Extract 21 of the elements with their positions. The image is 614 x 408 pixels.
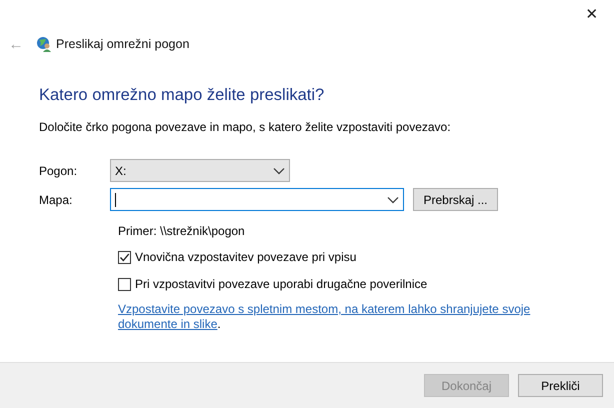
checkbox-label: Vnovična vzpostavitev povezave pri vpisu: [135, 249, 356, 266]
browse-button[interactable]: Prebrskaj ...: [413, 188, 498, 211]
folder-label: Mapa:: [39, 192, 74, 208]
checkbox-label: Pri vzpostavitvi povezave uporabi drugačne poverilnice: [135, 276, 428, 293]
heading: Katero omrežno mapo želite preslikati?: [39, 85, 326, 106]
example-text: Primer: \\strežnik\pogon: [118, 223, 246, 239]
cancel-button[interactable]: Prekliči: [518, 374, 603, 397]
window-title: Preslikaj omrežni pogon: [56, 36, 190, 53]
folder-field[interactable]: [110, 188, 404, 211]
chevron-down-icon: [273, 166, 285, 174]
drive-label: Pogon:: [39, 162, 78, 180]
check-icon: [119, 252, 130, 262]
drive-dropdown[interactable]: X:: [110, 159, 290, 182]
chevron-down-icon: [387, 196, 399, 204]
close-button[interactable]: ✕: [580, 5, 604, 25]
checkbox[interactable]: [118, 278, 131, 290]
network-drive-icon: [36, 36, 52, 52]
description: Določite črko pogona povezave in mapo, s katero želite vzpostaviti povezavo:: [39, 119, 452, 135]
website-link[interactable]: Vzpostavite povezavo s spletnim mestom, na katerem lahko shranjujete svoje dokumente in slike.: [118, 302, 538, 332]
text-cursor: [115, 192, 116, 206]
checkbox[interactable]: [118, 250, 131, 264]
